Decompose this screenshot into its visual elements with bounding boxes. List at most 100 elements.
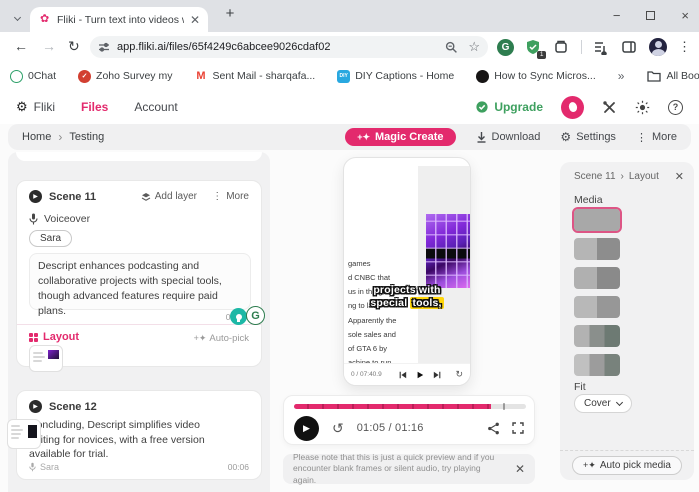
- tab-search-button[interactable]: [8, 8, 26, 26]
- progress-bar[interactable]: [294, 403, 526, 410]
- magic-create-button[interactable]: +✦ Magic Create: [345, 128, 456, 146]
- extension-grammarly-icon[interactable]: G: [497, 38, 514, 56]
- thumbnail-media: [28, 425, 37, 438]
- browser-window: ✿ Fliki - Turn text into videos with ✕ +…: [0, 0, 699, 492]
- replay-button[interactable]: ↺: [332, 420, 344, 437]
- side-panel-button[interactable]: [621, 39, 638, 56]
- magic-create-label: Magic Create: [375, 131, 444, 143]
- reading-list-button[interactable]: [593, 39, 610, 56]
- media-swatch-3[interactable]: [574, 267, 620, 289]
- nav-files[interactable]: Files: [81, 100, 108, 114]
- media-swatch-1[interactable]: [572, 207, 622, 233]
- window-minimize-button[interactable]: −: [613, 8, 621, 23]
- auto-pick-media-button[interactable]: +✦ Auto pick media: [572, 456, 682, 475]
- new-tab-button[interactable]: +: [220, 5, 240, 25]
- voice-chip[interactable]: Sara: [29, 230, 73, 247]
- bookmark-item[interactable]: ✓ Zoho Survey my: [78, 69, 172, 83]
- media-swatch-5[interactable]: [574, 325, 620, 347]
- chevron-down-icon: [615, 398, 623, 406]
- bookmarks-overflow-button[interactable]: »: [618, 69, 625, 83]
- upgrade-button[interactable]: Upgrade: [475, 100, 543, 114]
- browser-tab[interactable]: ✿ Fliki - Turn text into videos with ✕: [30, 7, 208, 32]
- preview-time: 0 / 07:40.9: [351, 371, 382, 378]
- site-info-icon[interactable]: [98, 41, 110, 53]
- theme-toggle-button[interactable]: [635, 100, 650, 115]
- settings-button[interactable]: ⚙ Settings: [560, 130, 616, 144]
- tools-button[interactable]: [602, 100, 617, 115]
- caption-word: special: [370, 297, 408, 309]
- diy-favicon: DIY: [337, 69, 351, 83]
- window-maximize-button[interactable]: [646, 10, 656, 20]
- add-layer-button[interactable]: Add layer: [141, 191, 197, 202]
- scene-11-card[interactable]: ▶ Scene 11 Add layer ⋮ More Voiceover Sa…: [16, 180, 262, 372]
- preview-doc-line: of GTA 6 by: [348, 344, 388, 353]
- gear-icon: ⚙: [560, 130, 572, 144]
- download-button[interactable]: Download: [476, 131, 541, 143]
- layout-section-button[interactable]: Layout: [29, 331, 79, 343]
- video-preview[interactable]: games d CNBC that us in the g ng to laun…: [343, 157, 471, 386]
- scene-thumbnail[interactable]: [7, 419, 41, 449]
- back-button[interactable]: ←: [14, 38, 28, 54]
- preview-controls: 0 / 07:40.9 ↻: [344, 363, 470, 385]
- bookmark-item[interactable]: DIY DIY Captions - Home: [337, 69, 454, 83]
- preview-doc-line: sole sales and: [348, 330, 396, 339]
- scene-more-button[interactable]: ⋮ More: [212, 191, 249, 202]
- microphone-icon: [29, 213, 38, 225]
- play-button[interactable]: ▶: [294, 415, 319, 441]
- browser-menu-button[interactable]: ⋮: [678, 39, 691, 55]
- download-label: Download: [491, 131, 541, 143]
- extension-guard-icon[interactable]: 1: [525, 39, 546, 59]
- grammarly-overlay-icon[interactable]: G: [246, 306, 265, 325]
- next-frame-button[interactable]: [433, 371, 441, 379]
- help-button[interactable]: ?: [668, 99, 683, 115]
- scene-play-icon[interactable]: ▶: [29, 400, 42, 413]
- notice-close-icon[interactable]: ✕: [515, 462, 525, 476]
- reload-button[interactable]: ↻: [68, 38, 80, 55]
- layout-thumbnail[interactable]: [29, 345, 63, 372]
- extension-other-icon[interactable]: [553, 39, 570, 56]
- forward-button[interactable]: →: [42, 38, 56, 54]
- profile-avatar[interactable]: [649, 38, 667, 56]
- bookmark-label: 0Chat: [28, 70, 57, 82]
- kebab-icon: ⋮: [212, 191, 223, 202]
- layout-grid-icon: [29, 332, 38, 342]
- media-swatch-2[interactable]: [574, 238, 620, 260]
- bookmark-item[interactable]: M Sent Mail - sharqafa...: [194, 70, 315, 83]
- zoho-favicon: ✓: [78, 69, 92, 83]
- preview-play-button[interactable]: [416, 371, 424, 379]
- panel-breadcrumb-scene[interactable]: Scene 11: [574, 171, 616, 182]
- preview-doc-line: Apparently the: [348, 316, 397, 325]
- nav-fliki[interactable]: ⚙ Fliki: [16, 99, 55, 115]
- scene-script-textarea[interactable]: Descript enhances podcasting and collabo…: [29, 253, 251, 317]
- breadcrumb-home[interactable]: Home: [22, 131, 51, 143]
- fit-label: Fit: [574, 381, 586, 393]
- address-bar[interactable]: app.fliki.ai/files/65f4249c6abcee9026cda…: [90, 36, 488, 58]
- user-avatar-button[interactable]: [561, 95, 584, 119]
- previous-frame-button[interactable]: [399, 371, 407, 379]
- scene-12-card[interactable]: ▶ Scene 12 Concluding, Descript simplifi…: [7, 390, 262, 480]
- scene-play-icon[interactable]: ▶: [29, 190, 42, 203]
- panel-close-icon[interactable]: ✕: [675, 170, 684, 183]
- auto-pick-media-label: Auto pick media: [599, 460, 671, 471]
- bookmark-item[interactable]: 0Chat: [10, 69, 57, 83]
- tab-close-icon[interactable]: ✕: [190, 13, 200, 27]
- scene-text[interactable]: Concluding, Descript simplifies video ed…: [29, 418, 211, 462]
- bookmark-item[interactable]: How to Sync Micros...: [476, 69, 596, 83]
- media-swatch-6[interactable]: [574, 354, 620, 376]
- bookmark-star-icon[interactable]: ☆: [468, 39, 480, 55]
- thumbnail-media: [48, 350, 59, 359]
- extensions-row: G 1 ⋮: [497, 36, 691, 59]
- zoom-icon[interactable]: [445, 41, 458, 54]
- nav-account[interactable]: Account: [134, 100, 177, 114]
- caption-line: projects with: [373, 284, 441, 296]
- fit-select[interactable]: Cover: [574, 394, 632, 413]
- share-icon[interactable]: [487, 422, 500, 435]
- all-bookmarks-button[interactable]: All Bookmarks: [647, 70, 699, 82]
- window-close-button[interactable]: ×: [681, 8, 689, 23]
- rotate-device-icon[interactable]: ↻: [455, 369, 463, 380]
- auto-pick-button[interactable]: +✦ Auto-pick: [194, 333, 249, 344]
- fullscreen-icon[interactable]: [512, 422, 524, 434]
- tip-lightbulb-icon[interactable]: [230, 308, 247, 325]
- more-button[interactable]: ⋮ More: [636, 131, 677, 144]
- media-swatch-4[interactable]: [574, 296, 620, 318]
